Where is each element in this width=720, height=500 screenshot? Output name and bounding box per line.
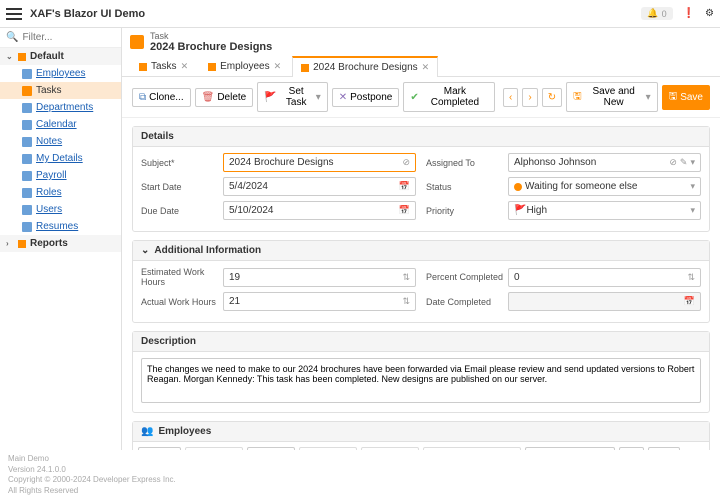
breadcrumb: Task 2024 Brochure Designs xyxy=(150,31,272,53)
save-new-button[interactable]: 🖫Save and New▾ xyxy=(566,82,658,112)
trash-icon: 🗑 xyxy=(202,92,215,103)
users-icon xyxy=(22,69,32,79)
nav-item-users[interactable]: Users xyxy=(0,201,121,218)
calendar-icon[interactable]: 📅 xyxy=(399,181,410,192)
status-select[interactable]: Waiting for someone else▾ xyxy=(508,177,701,196)
footer: Main DemoVersion 24.1.0.0Copyright © 200… xyxy=(0,450,720,500)
spinner-icon[interactable]: ⇅ xyxy=(687,272,695,283)
bell-icon: 🔔 xyxy=(647,8,658,19)
postpone-icon: ✕ xyxy=(339,92,347,103)
refresh-button[interactable]: ↻ xyxy=(542,88,562,107)
description-textarea[interactable] xyxy=(141,358,701,403)
chevron-down-icon: ⌄ xyxy=(141,245,149,256)
user-icon xyxy=(22,154,32,164)
prev-button[interactable]: ‹ xyxy=(503,88,518,107)
nav-group[interactable]: ⌄Default xyxy=(0,48,121,65)
nav-group[interactable]: ›Reports xyxy=(0,235,121,252)
clear-icon[interactable]: ⊘ xyxy=(402,157,410,168)
tab-tasks[interactable]: Tasks✕ xyxy=(130,56,197,76)
dept-icon xyxy=(22,103,32,113)
user2-icon xyxy=(22,205,32,215)
chevron-down-icon[interactable]: ▾ xyxy=(690,157,695,168)
nav-item-calendar[interactable]: Calendar xyxy=(0,116,121,133)
search-icon: 🔍 xyxy=(6,32,18,43)
settings-icon[interactable]: ⚙ xyxy=(705,8,714,19)
flag-icon: 🚩 xyxy=(264,92,276,103)
postpone-button[interactable]: ✕Postpone xyxy=(332,88,400,107)
users-icon: 👥 xyxy=(141,426,153,437)
actual-hours-input[interactable]: 21⇅ xyxy=(223,292,416,311)
edit-icon[interactable]: ✎ xyxy=(680,157,688,168)
clear-icon[interactable]: ⊘ xyxy=(669,157,677,168)
nav-item-my-details[interactable]: My Details xyxy=(0,150,121,167)
spinner-icon[interactable]: ⇅ xyxy=(402,272,410,283)
assigned-to-input[interactable]: Alphonso Johnson⊘✎▾ xyxy=(508,153,701,172)
nav-filter-input[interactable] xyxy=(22,32,102,43)
set-task-button[interactable]: 🚩Set Task▾ xyxy=(257,82,328,112)
date-completed-input[interactable]: 📅 xyxy=(508,292,701,311)
chevron-down-icon[interactable]: ▾ xyxy=(690,205,695,216)
details-header: Details xyxy=(133,127,709,147)
close-icon[interactable]: ✕ xyxy=(274,61,282,72)
doc-icon xyxy=(22,222,32,232)
nav-item-employees[interactable]: Employees xyxy=(0,65,121,82)
nav-item-payroll[interactable]: Payroll xyxy=(0,167,121,184)
chevron-icon: ⌄ xyxy=(6,52,14,61)
delete-button[interactable]: 🗑Delete xyxy=(195,88,254,107)
app-brand: XAF's Blazor UI Demo xyxy=(30,8,145,20)
folder-icon xyxy=(18,240,26,248)
nav-item-notes[interactable]: Notes xyxy=(0,133,121,150)
nav-item-resumes[interactable]: Resumes xyxy=(0,218,121,235)
status-dot-icon xyxy=(514,183,522,191)
description-header: Description xyxy=(133,332,709,352)
calendar-icon: 📅 xyxy=(684,296,695,307)
additional-header[interactable]: ⌄Additional Information xyxy=(133,241,709,261)
tab-2024-brochure-designs[interactable]: 2024 Brochure Designs✕ xyxy=(292,56,438,77)
chevron-down-icon[interactable]: ▾ xyxy=(690,181,695,192)
help-icon[interactable]: ❗ xyxy=(683,8,695,19)
clone-icon: ⧉ xyxy=(139,92,146,103)
cal-icon xyxy=(22,120,32,130)
task-icon xyxy=(301,64,309,72)
sidebar: 🔍 ⌄DefaultEmployeesTasksDepartmentsCalen… xyxy=(0,28,122,450)
close-icon[interactable]: ✕ xyxy=(181,61,189,72)
due-date-input[interactable]: 5/10/2024📅 xyxy=(223,201,416,220)
priority-select[interactable]: 🚩High▾ xyxy=(508,201,701,220)
nav-item-tasks[interactable]: Tasks xyxy=(0,82,121,99)
task-icon xyxy=(22,86,32,96)
employees-header: 👥Employees xyxy=(133,422,709,442)
clone-button[interactable]: ⧉Clone... xyxy=(132,88,191,107)
mark-completed-button[interactable]: ✔Mark Completed xyxy=(403,82,495,112)
chevron-icon: › xyxy=(6,239,14,248)
check-icon: ✔ xyxy=(410,92,418,103)
menu-toggle[interactable] xyxy=(6,8,22,20)
save-button[interactable]: 🖫Save xyxy=(662,85,710,110)
task-icon xyxy=(208,63,216,71)
pay-icon xyxy=(22,171,32,181)
subject-input[interactable]: 2024 Brochure Designs⊘ xyxy=(223,153,416,172)
estimated-hours-input[interactable]: 19⇅ xyxy=(223,268,416,287)
save-icon: 🖫 xyxy=(669,89,678,106)
nav-item-departments[interactable]: Departments xyxy=(0,99,121,116)
notifications-button[interactable]: 🔔0 xyxy=(641,7,672,20)
role-icon xyxy=(22,188,32,198)
save-new-icon: 🖫 xyxy=(573,89,582,106)
task-icon xyxy=(130,35,144,49)
tab-employees[interactable]: Employees✕ xyxy=(199,56,290,76)
calendar-icon[interactable]: 📅 xyxy=(399,205,410,216)
close-icon[interactable]: ✕ xyxy=(422,62,430,73)
start-date-input[interactable]: 5/4/2024📅 xyxy=(223,177,416,196)
spinner-icon[interactable]: ⇅ xyxy=(402,296,410,307)
nav-filter[interactable]: 🔍 xyxy=(0,28,121,48)
note-icon xyxy=(22,137,32,147)
next-button[interactable]: › xyxy=(522,88,537,107)
task-icon xyxy=(139,63,147,71)
nav-item-roles[interactable]: Roles xyxy=(0,184,121,201)
folder-icon xyxy=(18,53,26,61)
percent-completed-input[interactable]: 0⇅ xyxy=(508,268,701,287)
flag-icon: 🚩 xyxy=(514,205,526,216)
